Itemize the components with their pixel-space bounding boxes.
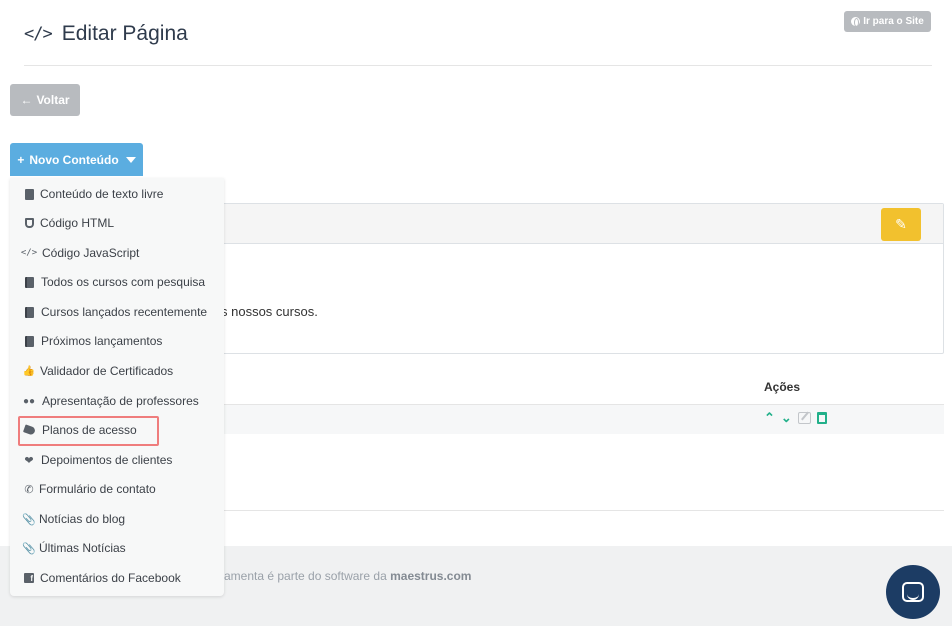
file-icon bbox=[23, 188, 35, 200]
actions-column-header: Ações bbox=[764, 380, 801, 394]
book-icon bbox=[23, 276, 35, 288]
book-icon bbox=[23, 335, 35, 347]
chat-widget-button[interactable] bbox=[886, 565, 940, 619]
move-down-icon[interactable]: ⌄ bbox=[781, 410, 792, 426]
footer-brand-link[interactable]: maestrus.com bbox=[390, 569, 471, 583]
menu-item-facebook-comments[interactable]: f Comentários do Facebook bbox=[10, 566, 224, 590]
go-to-site-button[interactable]: Ir para o Site bbox=[844, 11, 931, 32]
page-header: </> Editar Página bbox=[24, 22, 188, 46]
move-up-icon[interactable]: ⌃ bbox=[764, 410, 775, 426]
thumbs-up-icon: 👍 bbox=[22, 365, 36, 377]
menu-item-label: Formulário de contato bbox=[39, 482, 156, 496]
new-content-label: Novo Conteúdo bbox=[29, 152, 119, 167]
menu-item-certificates[interactable]: 👍 Validador de Certificados bbox=[10, 359, 224, 383]
menu-item-label: Todos os cursos com pesquisa bbox=[41, 275, 206, 289]
menu-item-label: Validador de Certificados bbox=[40, 364, 174, 378]
footer-text: amenta é parte do software da bbox=[224, 569, 391, 583]
menu-item-label: Código JavaScript bbox=[42, 246, 140, 260]
menu-item-label: Comentários do Facebook bbox=[40, 571, 181, 585]
panel-body-text: s nossos cursos. bbox=[221, 304, 318, 319]
back-button[interactable]: ← Voltar bbox=[10, 84, 80, 116]
trash-icon[interactable] bbox=[816, 412, 827, 424]
menu-item-label: Depoimentos de clientes bbox=[41, 453, 173, 467]
menu-item-testimonials[interactable]: ❤ Depoimentos de clientes bbox=[10, 448, 224, 472]
menu-item-label: Apresentação de professores bbox=[42, 394, 199, 408]
heart-icon: ❤ bbox=[24, 454, 34, 467]
menu-item-javascript[interactable]: </> Código JavaScript bbox=[10, 241, 224, 265]
code-icon: </> bbox=[20, 248, 38, 258]
edit-button[interactable]: ✎ bbox=[881, 208, 921, 241]
selection-highlight bbox=[18, 416, 159, 446]
users-icon: ●● bbox=[22, 395, 36, 407]
menu-item-free-text[interactable]: Conteúdo de texto livre bbox=[10, 182, 224, 206]
plus-icon: + bbox=[17, 152, 25, 167]
arrow-left-icon: ← bbox=[20, 93, 33, 107]
menu-item-all-courses[interactable]: Todos os cursos com pesquisa bbox=[10, 270, 224, 294]
back-label: Voltar bbox=[36, 93, 70, 107]
code-icon: </> bbox=[24, 24, 53, 44]
menu-item-contact-form[interactable]: ✆ Formulário de contato bbox=[10, 477, 224, 501]
header-divider bbox=[24, 65, 932, 66]
menu-item-label: Cursos lançados recentemente bbox=[41, 305, 208, 319]
edit-icon[interactable] bbox=[797, 412, 811, 424]
page-title: Editar Página bbox=[61, 22, 188, 45]
globe-icon bbox=[851, 17, 861, 27]
row-actions: ⌃ ⌄ bbox=[764, 410, 827, 426]
menu-item-label: Próximos lançamentos bbox=[41, 334, 163, 348]
pencil-icon: ✎ bbox=[895, 216, 907, 232]
paperclip-icon: 📎 bbox=[22, 542, 36, 555]
caret-down-icon bbox=[125, 156, 136, 163]
menu-item-recent-courses[interactable]: Cursos lançados recentemente bbox=[10, 300, 224, 324]
book-icon bbox=[23, 306, 35, 318]
menu-item-upcoming[interactable]: Próximos lançamentos bbox=[10, 329, 224, 353]
paperclip-icon: 📎 bbox=[22, 513, 36, 526]
menu-item-blog-news[interactable]: 📎 Notícias do blog bbox=[10, 507, 224, 531]
menu-item-teachers[interactable]: ●● Apresentação de professores bbox=[10, 389, 224, 413]
new-content-button[interactable]: + Novo Conteúdo bbox=[10, 143, 143, 176]
menu-item-html[interactable]: Código HTML bbox=[10, 211, 224, 235]
menu-item-label: Últimas Notícias bbox=[39, 541, 126, 555]
menu-item-latest-news[interactable]: 📎 Últimas Notícias bbox=[10, 536, 224, 560]
chat-icon bbox=[902, 582, 924, 602]
menu-item-label: Notícias do blog bbox=[39, 512, 126, 526]
phone-icon: ✆ bbox=[24, 483, 34, 496]
go-to-site-label: Ir para o Site bbox=[863, 16, 924, 27]
facebook-icon: f bbox=[23, 572, 35, 584]
menu-item-label: Código HTML bbox=[40, 216, 115, 230]
menu-item-label: Conteúdo de texto livre bbox=[40, 187, 164, 201]
new-content-dropdown: Conteúdo de texto livre Código HTML </> … bbox=[10, 178, 224, 596]
html5-icon bbox=[23, 217, 35, 229]
